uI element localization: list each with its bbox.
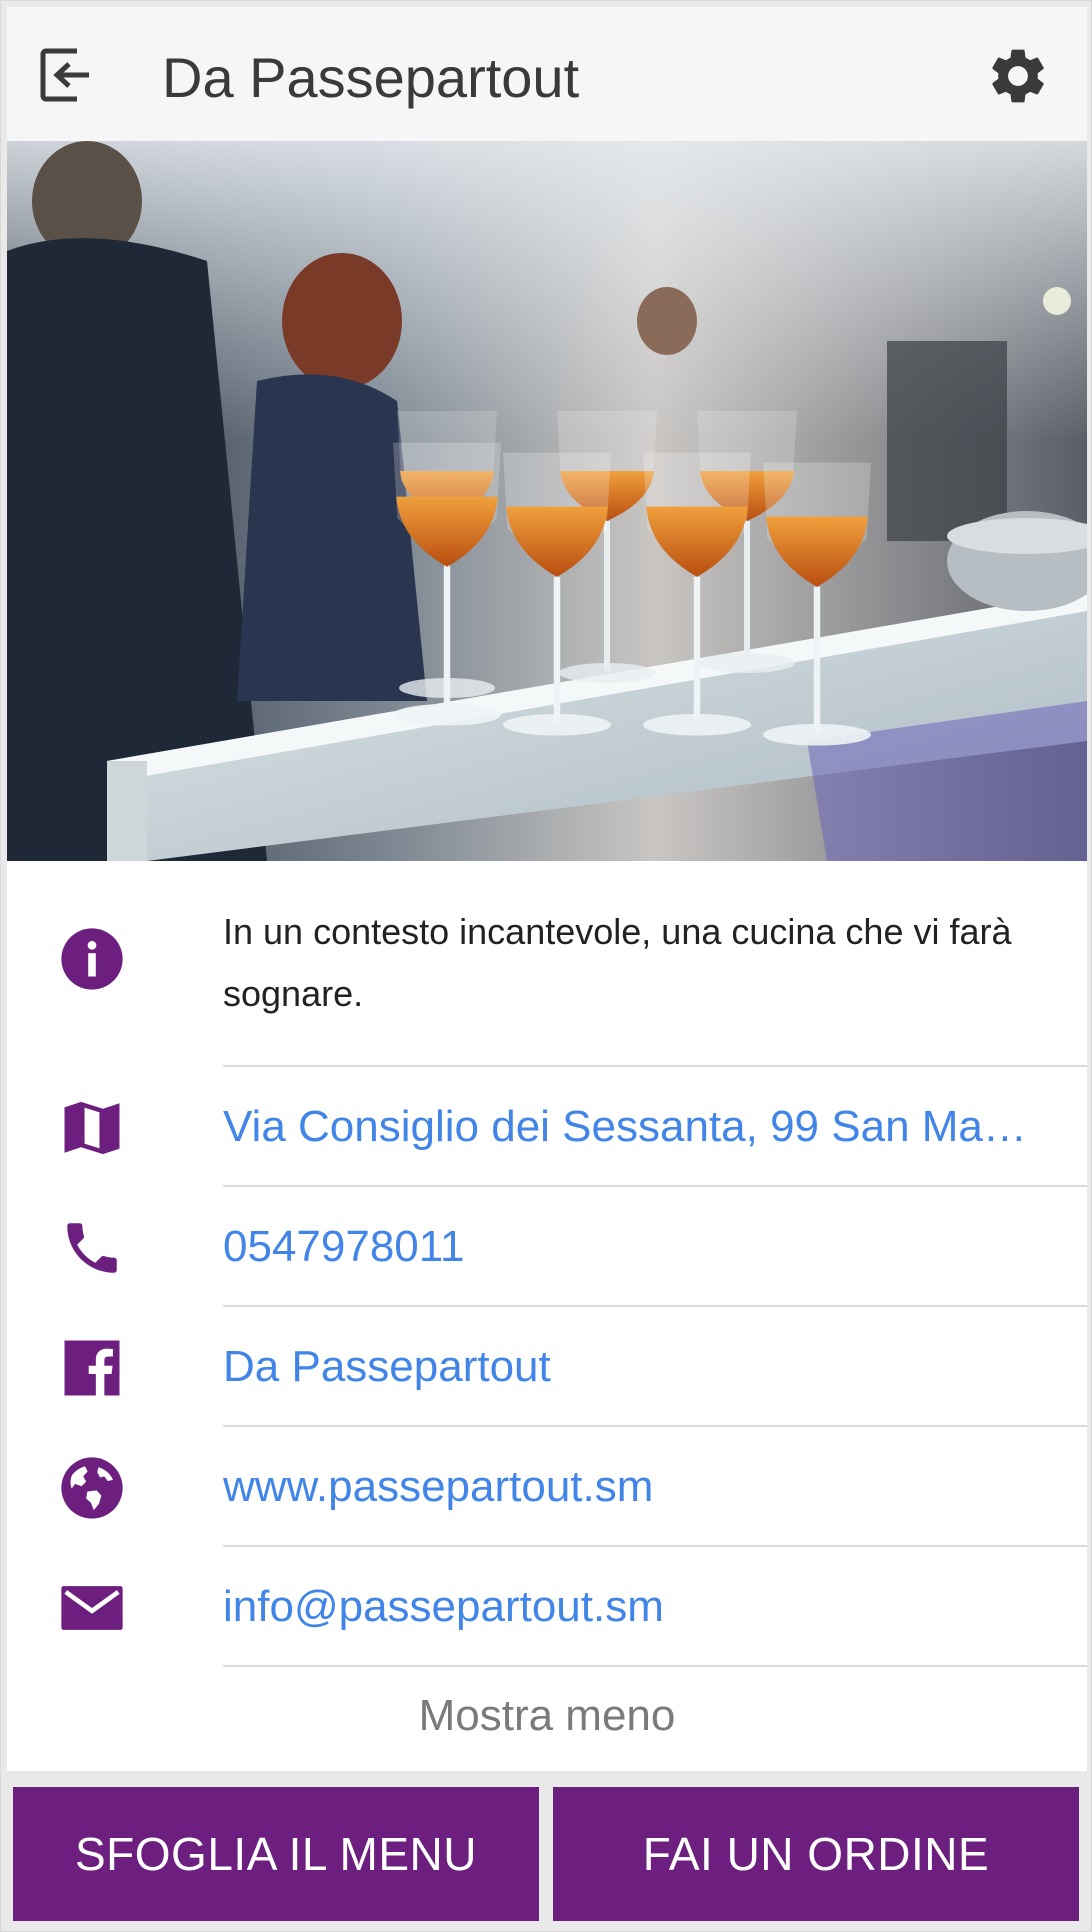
page-title: Da Passepartout	[162, 46, 580, 109]
place-order-button[interactable]: FAI UN ORDINE	[553, 1787, 1079, 1921]
map-icon	[57, 1093, 127, 1163]
website-text: www.passepartout.sm	[223, 1462, 654, 1511]
app-header: Da Passepartout	[7, 7, 1087, 141]
show-less-link[interactable]: Mostra meno	[7, 1691, 1087, 1741]
description-text: In un contesto incantevole, una cucina c…	[223, 911, 1012, 1014]
info-icon	[57, 924, 127, 994]
action-bar: SFOGLIA IL MENU FAI UN ORDINE	[7, 1771, 1087, 1927]
website-link[interactable]: www.passepartout.sm	[223, 1427, 1087, 1547]
address-link[interactable]: Via Consiglio dei Sessanta, 99 San Marin…	[223, 1067, 1087, 1187]
browse-menu-button[interactable]: SFOGLIA IL MENU	[13, 1787, 539, 1921]
phone-icon	[57, 1213, 127, 1283]
facebook-text: Da Passepartout	[223, 1342, 551, 1391]
email-text: info@passepartout.sm	[223, 1582, 664, 1631]
back-button[interactable]	[37, 45, 97, 105]
restaurant-details: In un contesto incantevole, una cucina c…	[7, 861, 1087, 1771]
divider	[223, 1665, 1087, 1667]
exit-arrow-icon	[40, 48, 95, 102]
hero-image	[7, 141, 1087, 861]
gear-icon	[992, 49, 1044, 103]
envelope-icon	[57, 1573, 127, 1643]
phone-text: 0547978011	[223, 1222, 465, 1271]
email-link[interactable]: info@passepartout.sm	[223, 1547, 1087, 1667]
facebook-link[interactable]: Da Passepartout	[223, 1307, 1087, 1427]
phone-link[interactable]: 0547978011	[223, 1187, 1087, 1307]
address-text: Via Consiglio dei Sessanta, 99 San Marin…	[223, 1102, 1033, 1151]
globe-icon	[57, 1453, 127, 1523]
spritz-glasses-photo	[7, 141, 1087, 861]
settings-button[interactable]	[985, 43, 1051, 109]
facebook-icon	[57, 1333, 127, 1403]
app-screen: Da Passepartout In un contesto incantevo…	[0, 0, 1092, 1932]
